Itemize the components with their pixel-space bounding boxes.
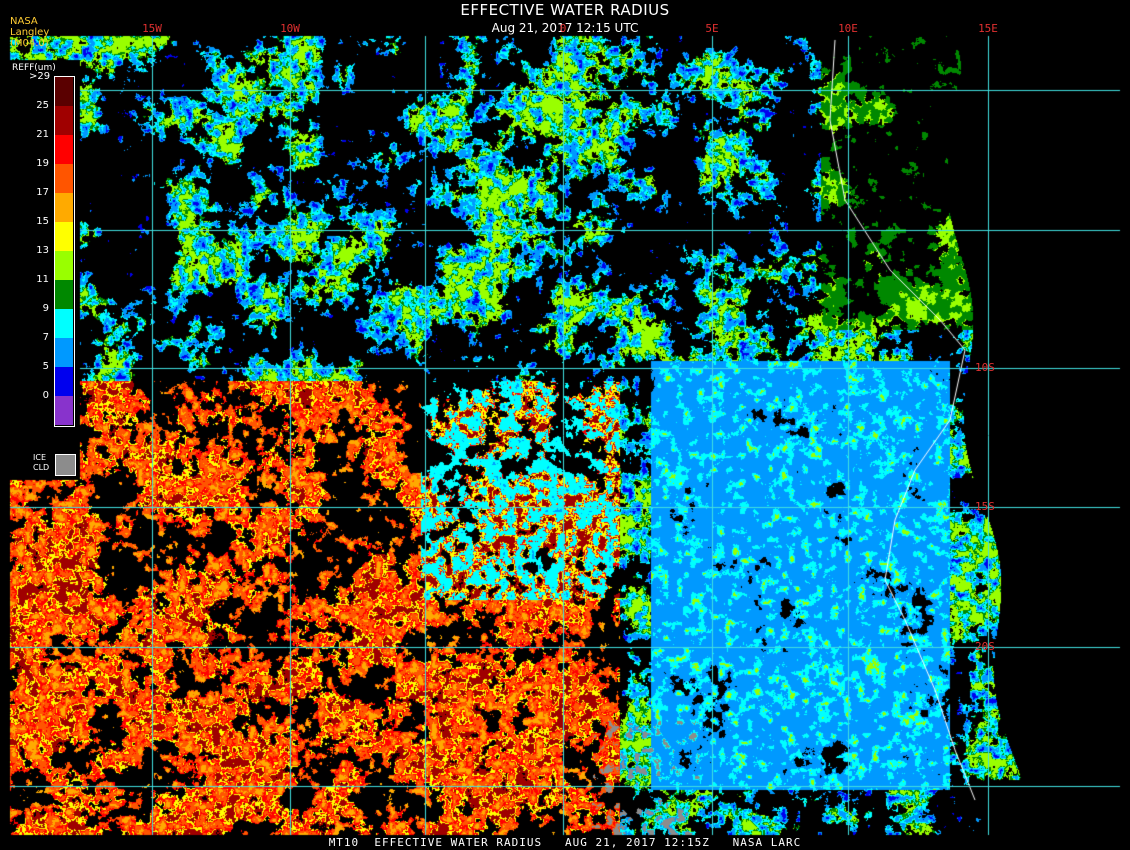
footer-caption: MT10 EFFECTIVE WATER RADIUS AUG 21, 2017… (328, 836, 802, 849)
lon-label-5e: 5E (705, 22, 719, 35)
legend-tick-label: 13 (36, 245, 49, 256)
cld-label: CLD (33, 463, 50, 472)
legend-tick-label: 17 (36, 187, 49, 198)
legend-tick-label: 25 (36, 100, 49, 111)
legend-frame (54, 76, 75, 427)
legend-tick-label: 19 (36, 158, 49, 169)
lat-label-20s: 20S (975, 640, 995, 653)
legend-tick-label: 21 (36, 129, 49, 140)
legend-tick-label: 11 (36, 274, 49, 285)
satellite-image (0, 0, 1130, 850)
map-title: EFFECTIVE WATER RADIUS (460, 1, 670, 19)
lon-label-10w: 10W (280, 22, 300, 35)
lon-label-0: 0 (559, 22, 567, 35)
source-label: NASA Langley (M04.0) (10, 16, 50, 49)
lon-label-10e: 10E (838, 22, 858, 35)
legend-tick-label: 5 (42, 361, 49, 372)
lon-label-15w: 15W (142, 22, 162, 35)
lat-label-15s: 15S (975, 500, 995, 513)
legend-tick-label: 0 (42, 390, 49, 401)
legend-tick-label: 9 (42, 303, 49, 314)
legend-tick-label: 7 (42, 332, 49, 343)
ice-cloud-swatch (55, 454, 76, 476)
legend-tick-label: >29 (29, 71, 51, 82)
lat-label-10s: 10S (975, 361, 995, 374)
legend-tick-label: 15 (36, 216, 49, 227)
lon-label-15e: 15E (978, 22, 998, 35)
ice-label: ICE (33, 453, 46, 462)
